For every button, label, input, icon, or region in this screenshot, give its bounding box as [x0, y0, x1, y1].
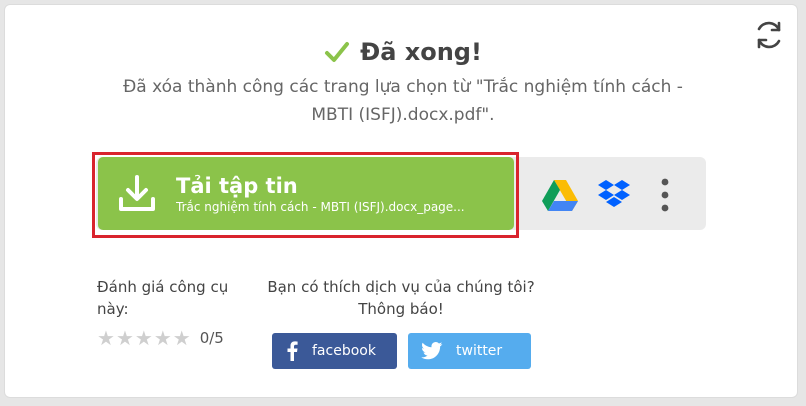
share-prompt: Bạn có thích dịch vụ của chúng tôi? Thôn…: [260, 276, 542, 320]
rating-label: Đánh giá công cụ này:: [97, 278, 229, 318]
rating-value: 0/5: [199, 329, 224, 347]
facebook-share-button[interactable]: facebook: [272, 333, 397, 369]
star-icon[interactable]: ★: [154, 326, 172, 350]
twitter-share-button[interactable]: twitter: [408, 333, 531, 369]
star-icon[interactable]: ★: [173, 326, 191, 350]
share-question: Bạn có thích dịch vụ của chúng tôi?: [267, 278, 535, 296]
twitter-icon: [408, 342, 456, 360]
star-icon[interactable]: ★: [135, 326, 153, 350]
twitter-label: twitter: [456, 343, 503, 359]
success-title: Đã xong!: [0, 38, 806, 66]
success-title-text: Đã xong!: [360, 38, 482, 66]
google-drive-button[interactable]: [540, 175, 580, 215]
google-drive-icon: [542, 180, 578, 211]
dropbox-button[interactable]: [594, 175, 634, 215]
facebook-label: facebook: [312, 343, 376, 359]
star-icon[interactable]: ★: [97, 326, 115, 350]
more-options-button[interactable]: [645, 175, 685, 215]
download-highlight-box: [92, 152, 519, 238]
rating-stars: ★ ★ ★ ★ ★ 0/5: [97, 326, 225, 350]
star-icon[interactable]: ★: [116, 326, 134, 350]
facebook-icon: [272, 341, 312, 361]
dropbox-icon: [598, 180, 630, 207]
more-options-icon: [661, 178, 669, 212]
share-notice: Thông báo!: [358, 300, 444, 318]
check-icon: [325, 42, 350, 62]
success-message: Đã xóa thành công các trang lựa chọn từ …: [123, 77, 683, 125]
